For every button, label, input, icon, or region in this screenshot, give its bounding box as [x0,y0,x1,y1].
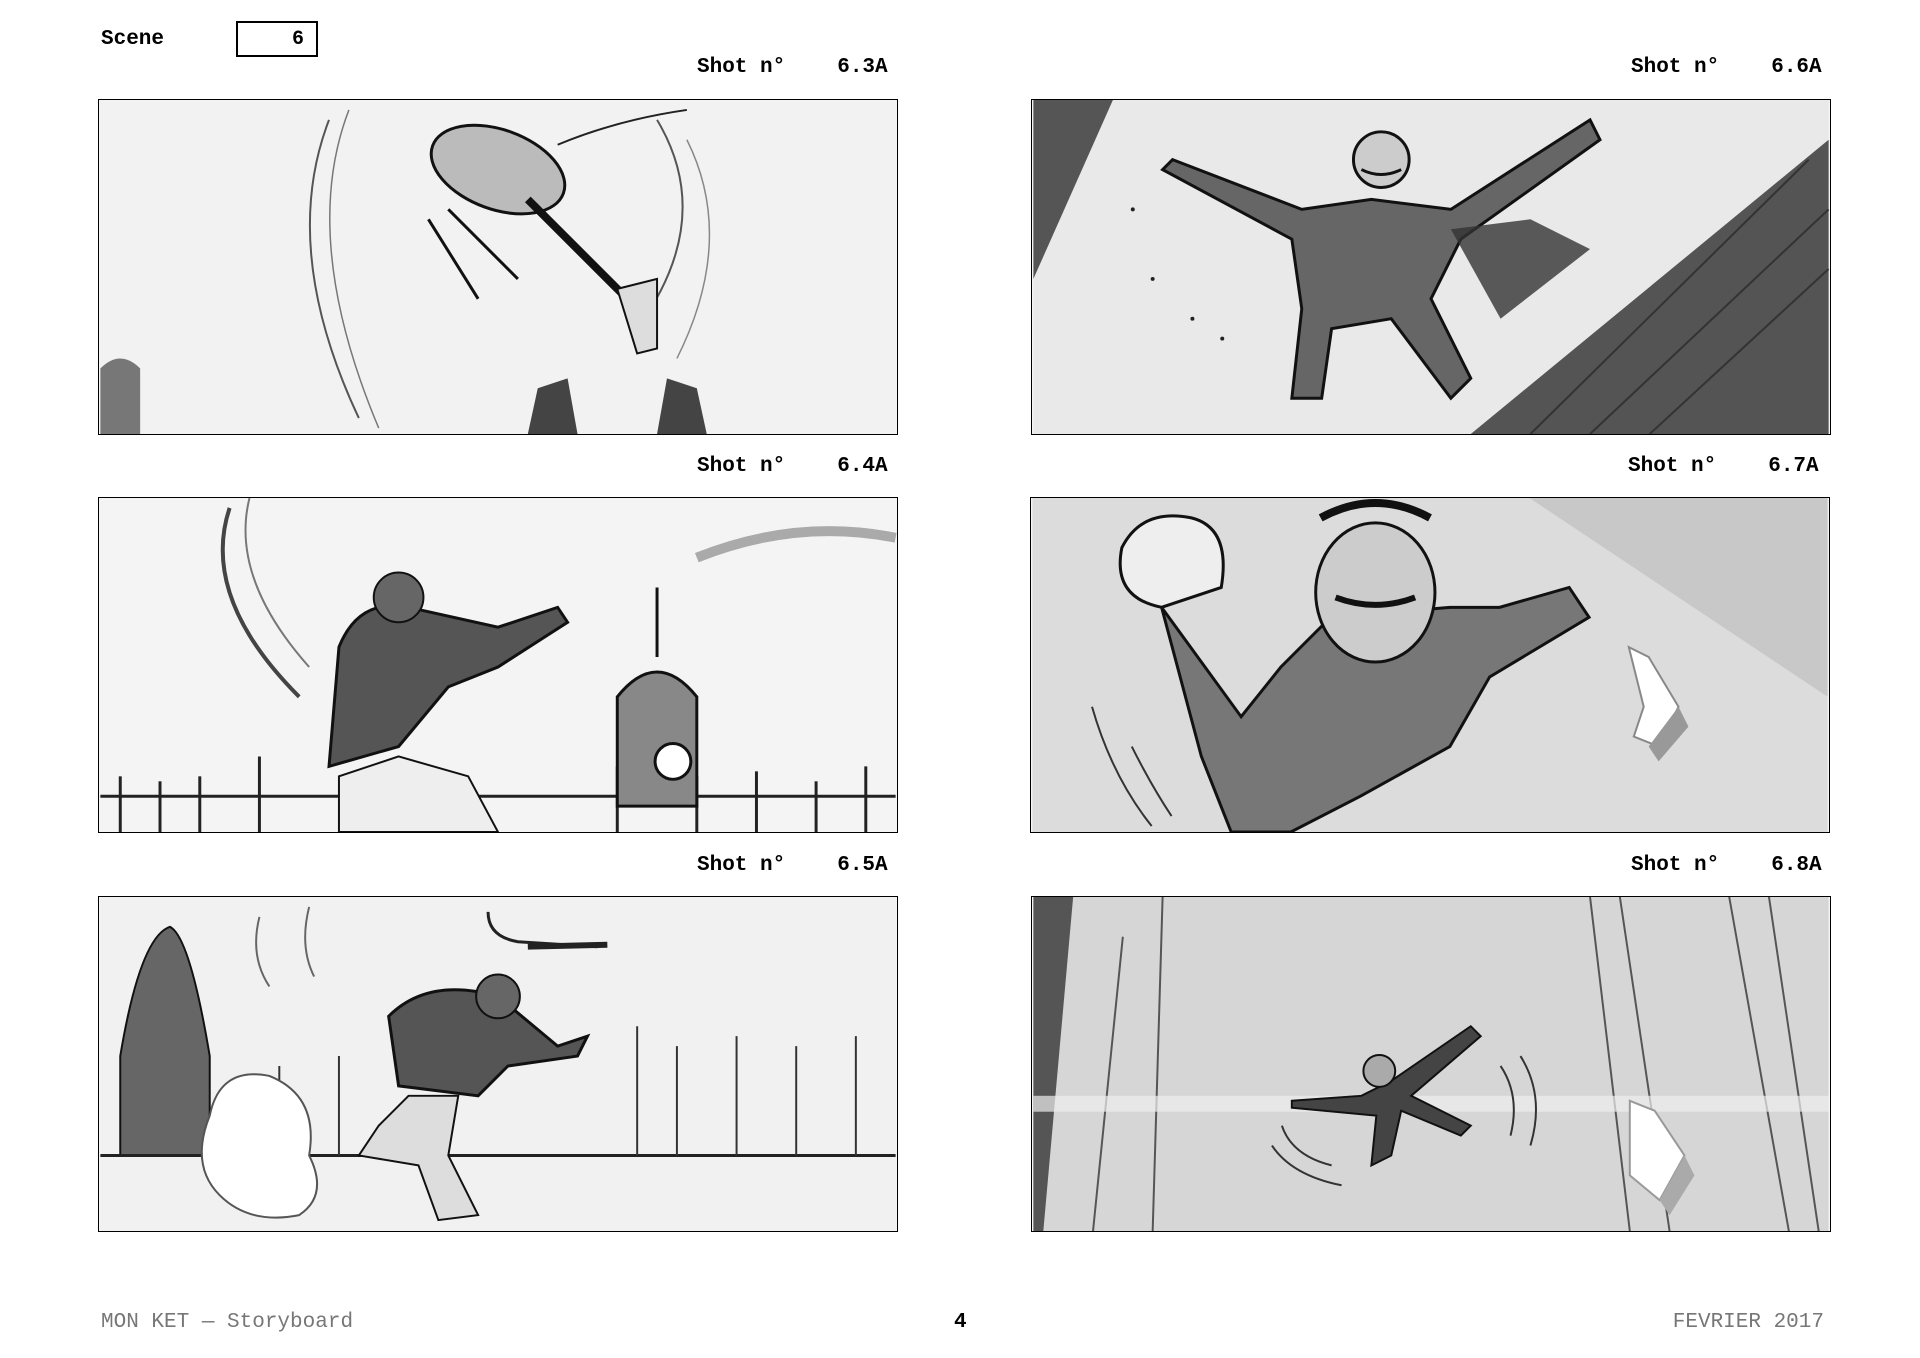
shot-label-text: Shot n° [1631,854,1720,877]
page-number: 4 [954,1311,967,1334]
shot-label-6-4a: Shot n° 6.4A [697,455,888,478]
helicopter-sketch [100,100,896,434]
footer-date: FEVRIER 2017 [1672,1311,1824,1334]
rooftop-jump-sketch [100,498,897,832]
storyboard-panel-6-3a [98,99,898,435]
footer-title: MON KET — Storyboard [101,1311,354,1334]
freefall-spread-sketch [1033,100,1830,434]
shot-label-6-6a: Shot n° 6.6A [1631,56,1822,79]
shot-label-text: Shot n° [697,854,786,877]
shot-number: 6.7A [1768,455,1819,478]
storyboard-panel-6-5a [98,896,898,1232]
storyboard-panel-6-8a [1031,896,1831,1232]
shot-label-text: Shot n° [697,56,786,79]
storyboard-panel-6-6a [1031,99,1831,435]
shot-label-text: Shot n° [697,455,786,478]
shot-label-6-7a: Shot n° 6.7A [1628,455,1819,478]
shot-number: 6.5A [837,854,888,877]
storyboard-panel-6-4a [98,497,898,833]
storyboard-panel-6-7a [1030,497,1830,833]
shot-number: 6.8A [1771,854,1822,877]
scene-number: 6 [291,27,304,51]
shot-label-6-3a: Shot n° 6.3A [697,56,888,79]
shot-label-text: Shot n° [1631,56,1720,79]
shot-number: 6.3A [837,56,888,79]
shot-label-text: Shot n° [1628,455,1717,478]
shot-number: 6.6A [1771,56,1822,79]
shot-label-6-8a: Shot n° 6.8A [1631,854,1822,877]
shot-label-6-5a: Shot n° 6.5A [697,854,888,877]
scene-number-box: 6 [236,21,318,57]
freefall-closeup-sketch [1032,498,1828,832]
scene-label: Scene [101,28,165,51]
shot-number: 6.4A [837,455,888,478]
freefall-wide-sketch [1033,897,1829,1231]
rooftop-run-sketch [100,897,896,1231]
